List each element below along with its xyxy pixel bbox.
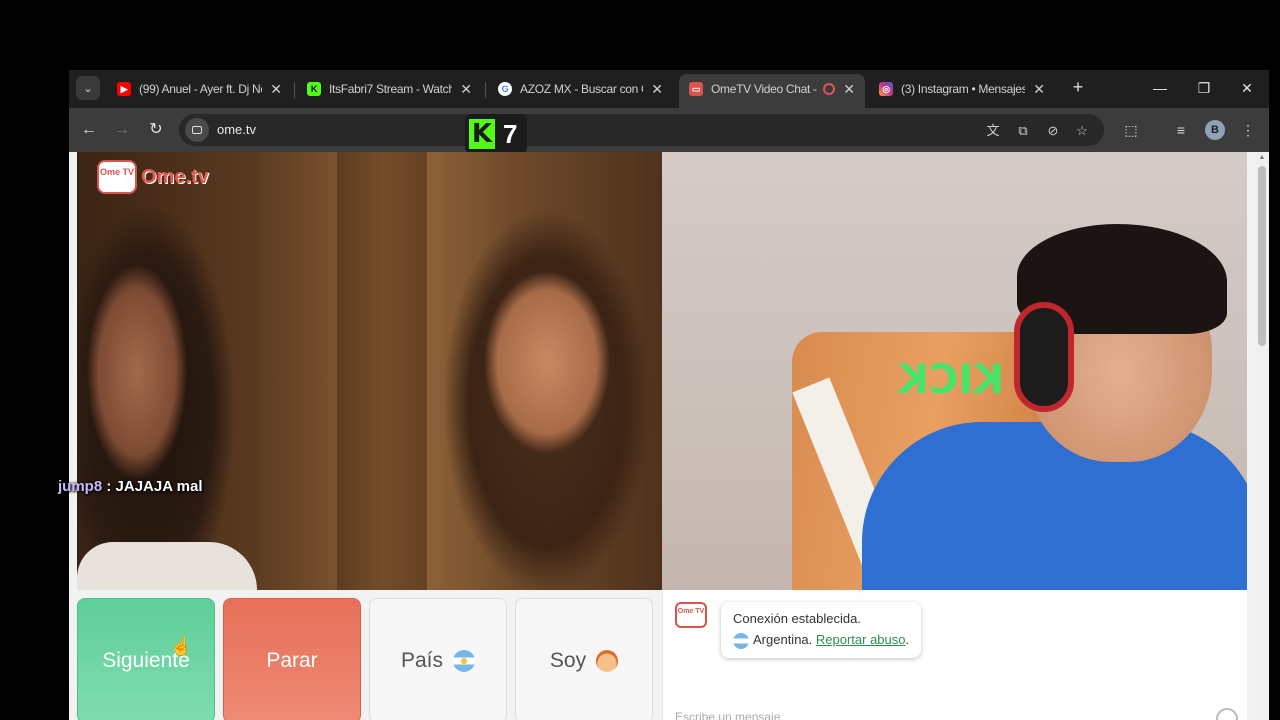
stream-chat-overlay: jump8 : JAJAJA mal [58,478,203,495]
extensions-icon[interactable]: ⬚ [1120,120,1142,140]
browser-window: ⌄ ▶ (99) Anuel - Ayer ft. Dj Ne ✕ K ItsF… [69,70,1269,720]
tab-instagram[interactable]: ◎ (3) Instagram • Mensajes ✕ [869,74,1055,104]
kick-logo-icon: K [469,119,495,149]
close-window-button[interactable]: ✕ [1230,76,1264,100]
close-tab-icon[interactable]: ✕ [268,81,284,98]
minimize-button[interactable]: — [1143,76,1177,100]
close-tab-icon[interactable]: ✕ [458,81,474,98]
ometv-page: Ome TV Ome.tv KICK Siguiente Parar País … [69,152,1269,720]
restore-button[interactable]: ❐ [1187,76,1221,100]
chair-logo-text: KICK [898,357,1005,403]
country-label: País [400,648,444,672]
tab-strip: ⌄ ▶ (99) Anuel - Ayer ft. Dj Ne ✕ K ItsF… [69,70,1269,108]
country-line: Argentina. Reportar abuso. [733,629,909,650]
connection-status: Conexión establecida. [733,611,861,626]
chat-input[interactable]: Escribe un mensaje [675,710,780,720]
tv-logo-icon: Ome TV [97,160,137,194]
profile-avatar[interactable]: B [1205,120,1225,140]
boy-emoji-icon [596,649,619,672]
next-button[interactable]: Siguiente [77,598,215,720]
stop-button[interactable]: Parar [223,598,361,720]
scroll-thumb[interactable] [1258,166,1266,346]
ometv-icon: ▭ [689,82,703,96]
stranger-video: Ome TV Ome.tv [77,152,662,590]
close-tab-icon[interactable]: ✕ [649,81,665,98]
close-tab-icon[interactable]: ✕ [1031,81,1047,98]
mouse-cursor-icon: ☝ [170,636,193,656]
browser-toolbar: ← → ↻ ome.tv 文 ⧉ ⊘ ☆ ⬚ ≡ B ⋮ [69,108,1269,152]
country-button[interactable]: País [369,598,507,720]
chat-panel: Ome TV Conexión establecida. Argentina. … [662,590,1247,720]
tab-search-button[interactable]: ⌄ [76,76,100,100]
cast-icon[interactable]: ⧉ [1014,122,1032,140]
tab-title: OmeTV Video Chat - [711,82,817,96]
tab-ometv[interactable]: ▭ OmeTV Video Chat - ✕ [679,74,865,108]
bookmark-star-icon[interactable]: ☆ [1073,122,1091,140]
forward-button[interactable]: → [110,118,134,142]
background-door [337,152,427,590]
translate-icon[interactable]: 文 [984,122,1002,140]
gender-button[interactable]: Soy [515,598,653,720]
report-suffix: . [905,632,910,647]
url-text: ome.tv [217,122,257,137]
ometv-bot-icon: Ome TV [675,602,707,628]
address-bar[interactable]: ome.tv 文 ⧉ ⊘ ☆ [179,114,1104,146]
self-video: KICK [662,152,1247,590]
tracking-protection-icon[interactable]: ⊘ [1044,122,1062,140]
site-info-icon[interactable] [185,118,209,142]
shirt-shape [77,542,257,590]
media-controls-icon[interactable]: ≡ [1170,120,1192,140]
chat-message: : JAJAJA mal [102,478,203,495]
argentina-flag-icon [733,632,749,649]
viewer-count: 7 [503,118,518,149]
tab-title: (3) Instagram • Mensajes [901,82,1025,96]
tab-youtube[interactable]: ▶ (99) Anuel - Ayer ft. Dj Ne ✕ [107,74,292,104]
system-message: Conexión establecida. Argentina. Reporta… [721,602,922,658]
reload-button[interactable]: ↻ [144,118,168,142]
stop-label: Parar [266,648,318,672]
country-name: Argentina. [753,632,813,647]
headset-icon [1014,302,1074,412]
back-button[interactable]: ← [77,118,101,142]
person-shirt [862,422,1247,590]
new-tab-button[interactable]: + [1067,76,1089,100]
gender-label: Soy [549,648,587,672]
ometv-logo[interactable]: Ome TV Ome.tv [97,160,209,194]
tab-google-search[interactable]: G AZOZ MX - Buscar con G ✕ [488,74,673,104]
close-tab-icon[interactable]: ✕ [841,81,857,98]
emoji-icon[interactable] [1216,708,1238,720]
report-abuse-link[interactable]: Reportar abuso [816,632,906,647]
instagram-icon: ◎ [879,82,893,96]
recording-icon [823,83,835,95]
google-icon: G [498,82,512,96]
tab-title: ItsFabri7 Stream - Watch [329,82,452,96]
tab-title: (99) Anuel - Ayer ft. Dj Ne [139,82,262,96]
tab-kick-stream[interactable]: K ItsFabri7 Stream - Watch ✕ [297,74,482,104]
scroll-up-icon[interactable]: ▲ [1258,154,1266,161]
logo-text: Ome.tv [141,165,209,188]
youtube-icon: ▶ [117,82,131,96]
page-scrollbar[interactable]: ▲ [1255,152,1269,720]
kick-viewer-overlay: K 7 [465,114,527,154]
menu-icon[interactable]: ⋮ [1237,120,1259,140]
kick-icon: K [307,82,321,96]
argentina-flag-icon [453,649,476,672]
chat-username: jump8 [58,478,103,495]
tab-title: AZOZ MX - Buscar con G [520,82,643,96]
